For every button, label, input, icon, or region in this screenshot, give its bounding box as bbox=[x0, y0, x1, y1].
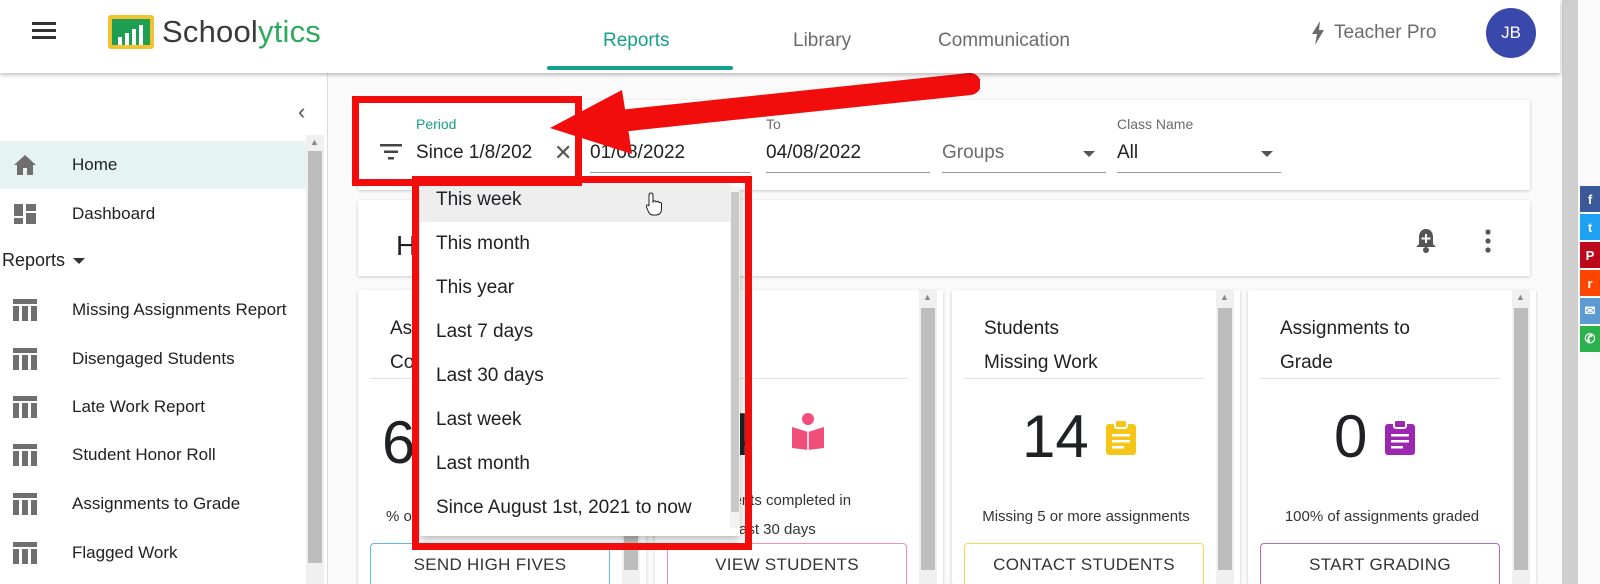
table-icon bbox=[13, 348, 37, 370]
groups-underline bbox=[942, 172, 1106, 173]
card-description: 100% of assignments graded bbox=[1284, 508, 1480, 525]
logo[interactable]: Schoolytics bbox=[108, 14, 321, 50]
period-label: Period bbox=[416, 116, 457, 132]
sidebar-item-label: Assignments to Grade bbox=[72, 494, 241, 513]
card-scrollbar[interactable]: ▲ bbox=[1512, 290, 1530, 584]
menu-icon[interactable] bbox=[32, 22, 56, 40]
groups-dropdown-icon[interactable] bbox=[1083, 151, 1095, 157]
card-value: 6 bbox=[382, 409, 416, 476]
sidebar-item-label: Late Work Report bbox=[72, 397, 205, 416]
sidebar-item-label: Dashboard bbox=[72, 204, 156, 223]
students-missing-work-card: Students Missing Work 14 Missing 5 or mor… bbox=[952, 290, 1240, 584]
sidebar-item-label: Disengaged Students bbox=[72, 349, 235, 368]
page-scrollbar[interactable] bbox=[1562, 0, 1578, 584]
menu-item-last-30-days[interactable]: Last 30 days bbox=[420, 354, 730, 398]
tab-communication[interactable]: Communication bbox=[938, 30, 1070, 52]
teacher-pro-label: Teacher Pro bbox=[1334, 22, 1437, 43]
sidebar-scrollbar[interactable]: ▲ bbox=[306, 135, 324, 584]
contact-students-button[interactable]: CONTACT STUDENTS bbox=[964, 543, 1204, 584]
table-icon bbox=[13, 542, 37, 564]
class-dropdown-icon[interactable] bbox=[1261, 151, 1273, 157]
sidebar-item-late-work-report[interactable]: Late Work Report bbox=[0, 383, 306, 431]
sidebar-item-label: Home bbox=[72, 155, 118, 174]
assignments-to-grade-card: Assignments to Grade 0 100% of assignment… bbox=[1248, 290, 1536, 584]
menu-scrollbar[interactable] bbox=[730, 188, 740, 528]
card-scrollbar[interactable]: ▲ bbox=[919, 290, 937, 584]
menu-item-this-year[interactable]: This year bbox=[420, 266, 730, 310]
dashboard-icon bbox=[14, 204, 36, 224]
sidebar-item-label: Flagged Work bbox=[72, 543, 178, 562]
card-value: 14 bbox=[1022, 403, 1089, 470]
card-title: Students Missing Work bbox=[984, 318, 1098, 373]
filter-icon[interactable] bbox=[380, 144, 402, 160]
clipboard-icon bbox=[1106, 420, 1136, 455]
table-icon bbox=[13, 299, 37, 321]
period-select[interactable]: Since 1/8/202 bbox=[416, 142, 540, 164]
sidebar-item-home[interactable]: Home bbox=[0, 141, 306, 189]
sidebar-item-flagged-work[interactable]: Flagged Work bbox=[0, 529, 306, 577]
sidebar-item-label: Student Honor Roll bbox=[72, 445, 216, 464]
add-alert-icon[interactable] bbox=[1414, 228, 1438, 254]
caret-down-icon bbox=[73, 257, 86, 264]
card-title: Assignments to Grade bbox=[1280, 318, 1410, 373]
more-vertical-icon[interactable] bbox=[1484, 228, 1492, 254]
menu-item-last-7-days[interactable]: Last 7 days bbox=[420, 310, 730, 354]
sidebar: ‹ ▲ Home Dashboard Reports Missing Assig… bbox=[0, 73, 328, 584]
card-scrollbar[interactable]: ▲ bbox=[1216, 290, 1234, 584]
twitter-share-icon[interactable]: t bbox=[1580, 214, 1600, 240]
class-name-select[interactable]: All bbox=[1117, 142, 1138, 164]
sidebar-item-missing-assignments-report[interactable]: Missing Assignments Report bbox=[0, 286, 306, 334]
menu-item-this-month[interactable]: This month bbox=[420, 222, 730, 266]
clipboard-icon bbox=[1385, 420, 1415, 455]
tab-reports[interactable]: Reports bbox=[603, 30, 670, 52]
whatsapp-share-icon[interactable]: ✆ bbox=[1580, 326, 1600, 352]
send-high-fives-button[interactable]: SEND HIGH FIVES bbox=[370, 543, 610, 584]
logo-text: Schoolytics bbox=[162, 14, 321, 49]
hand-cursor-icon bbox=[645, 192, 662, 216]
sidebar-item-disengaged-students[interactable]: Disengaged Students bbox=[0, 335, 306, 383]
reports-heading: Reports bbox=[2, 250, 66, 270]
tab-library[interactable]: Library bbox=[793, 30, 851, 52]
view-students-button[interactable]: VIEW STUDENTS bbox=[667, 543, 907, 584]
home-icon bbox=[14, 155, 36, 175]
table-icon bbox=[13, 396, 37, 418]
sidebar-item-student-honor-roll[interactable]: Student Honor Roll bbox=[0, 431, 306, 479]
pinterest-share-icon[interactable]: P bbox=[1580, 242, 1600, 268]
book-icon bbox=[792, 413, 824, 450]
collapse-sidebar-icon[interactable]: ‹ bbox=[298, 99, 305, 125]
facebook-share-icon[interactable]: f bbox=[1580, 186, 1600, 212]
card-description: Missing 5 or more assignments bbox=[982, 508, 1190, 525]
active-tab-indicator bbox=[547, 66, 733, 70]
email-share-icon[interactable]: ✉ bbox=[1580, 298, 1600, 324]
class-name-underline bbox=[1117, 172, 1281, 173]
to-date-underline bbox=[766, 172, 930, 173]
logo-chart-icon bbox=[108, 15, 154, 49]
table-icon bbox=[13, 493, 37, 515]
start-grading-button[interactable]: START GRADING bbox=[1260, 543, 1500, 584]
top-app-bar: Schoolytics Reports Library Communicatio… bbox=[0, 0, 1560, 73]
annotation-arrow-icon bbox=[550, 73, 980, 154]
user-avatar[interactable]: JB bbox=[1486, 8, 1536, 58]
sidebar-item-label: Missing Assignments Report bbox=[72, 300, 287, 319]
card-value: 0 bbox=[1334, 403, 1368, 470]
teacher-pro-link[interactable]: Teacher Pro bbox=[1310, 21, 1436, 45]
table-icon bbox=[13, 444, 37, 466]
menu-item-since-august[interactable]: Since August 1st, 2021 to now bbox=[420, 486, 730, 530]
from-date-underline bbox=[590, 172, 750, 173]
card-description: ments completed in bbox=[721, 492, 852, 509]
reports-section-toggle[interactable]: Reports bbox=[2, 250, 86, 271]
period-dropdown-menu: This week This month This year Last 7 da… bbox=[420, 178, 740, 536]
menu-item-last-month[interactable]: Last month bbox=[420, 442, 730, 486]
sidebar-item-assignments-to-grade[interactable]: Assignments to Grade bbox=[0, 480, 306, 528]
lightning-icon bbox=[1312, 21, 1324, 45]
reddit-share-icon[interactable]: r bbox=[1580, 270, 1600, 296]
card-description-line2: ast 30 days bbox=[739, 521, 816, 538]
menu-item-this-week[interactable]: This week bbox=[420, 178, 730, 222]
menu-item-last-week[interactable]: Last week bbox=[420, 398, 730, 442]
greeting-title: H bbox=[396, 230, 417, 261]
sidebar-item-dashboard[interactable]: Dashboard bbox=[0, 190, 306, 238]
class-name-label: Class Name bbox=[1117, 116, 1194, 132]
